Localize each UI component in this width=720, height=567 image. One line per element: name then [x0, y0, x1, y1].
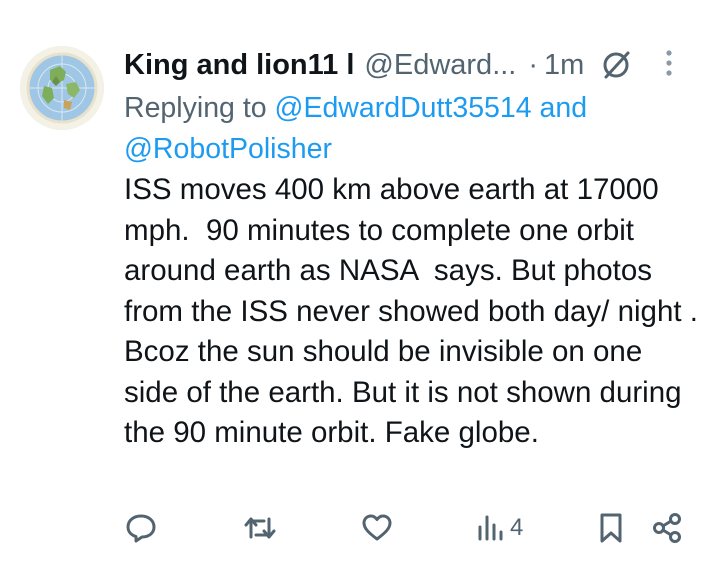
replying-to: Replying to @EdwardDutt35514 and @RobotP…: [124, 88, 684, 170]
tweet-header: King and lion11 l @Edward... · 1m: [124, 44, 700, 86]
share-button[interactable]: [650, 509, 684, 547]
tweet-actions: 4: [124, 509, 684, 547]
avatar[interactable]: [20, 46, 104, 130]
repost-button[interactable]: [242, 509, 278, 547]
views-count: 4: [510, 514, 524, 541]
heart-icon: [362, 514, 392, 541]
like-button[interactable]: [360, 509, 394, 547]
analytics-icon: [478, 515, 503, 541]
mention-link[interactable]: @RobotPolisher: [124, 133, 332, 165]
flat-earth-map-icon: [20, 46, 104, 130]
mention-link[interactable]: @EdwardDutt35514: [275, 92, 532, 124]
time-separator: ·: [528, 48, 539, 81]
author-handle[interactable]: @Edward...: [364, 49, 516, 82]
repost-icon: [244, 517, 276, 539]
share-icon: [653, 513, 681, 543]
bookmark-icon: [600, 513, 622, 543]
more-options-icon[interactable]: [664, 48, 674, 83]
author-display-name[interactable]: King and lion11 l: [124, 49, 354, 82]
grok-icon[interactable]: [600, 48, 634, 82]
reply-button[interactable]: [124, 509, 158, 547]
views-button[interactable]: 4: [476, 509, 523, 547]
replying-to-label: Replying to: [124, 92, 267, 124]
bookmark-button[interactable]: [596, 509, 626, 547]
tweet-text: ISS moves 400 km above earth at 17000 mp…: [124, 173, 707, 449]
replying-to-conjunction: and: [539, 92, 588, 124]
timestamp[interactable]: 1m: [544, 49, 584, 82]
reply-icon: [126, 514, 156, 543]
